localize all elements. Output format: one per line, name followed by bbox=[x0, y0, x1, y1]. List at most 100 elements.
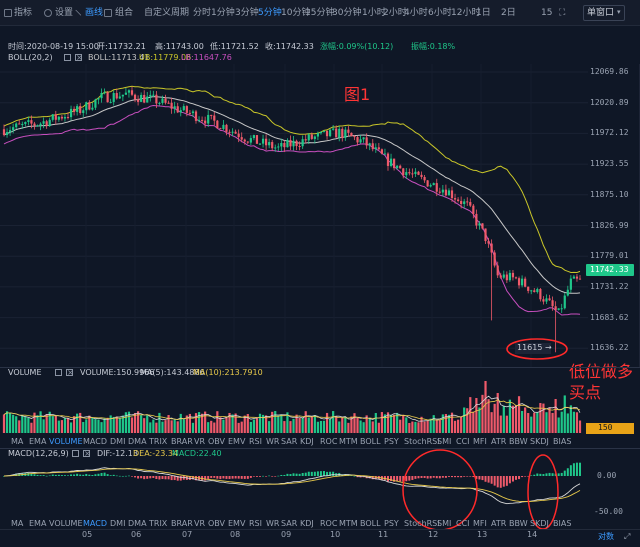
indicator-tab-volume[interactable]: VOLUME bbox=[49, 520, 83, 528]
indicator-tab-cci[interactable]: CCI bbox=[456, 438, 470, 446]
macd-settings-icon[interactable] bbox=[72, 450, 79, 457]
indicator-tab-dmi[interactable]: DMI bbox=[110, 438, 125, 446]
indicator-tab-boll[interactable]: BOLL bbox=[360, 520, 381, 528]
macd-close-icon[interactable] bbox=[83, 449, 91, 458]
indicator-tab-emv[interactable]: EMV bbox=[228, 520, 245, 528]
price-axis-label: 11731.22 bbox=[590, 281, 629, 291]
indicator-tab-dma[interactable]: DMA bbox=[128, 520, 147, 528]
indicator-tab-bbw[interactable]: BBW bbox=[509, 438, 528, 446]
indicator-tab-stochrsi[interactable]: StochRSI bbox=[404, 438, 440, 446]
indicator-tab-ema[interactable]: EMA bbox=[29, 520, 46, 528]
indicator-tab-trix[interactable]: TRIX bbox=[149, 520, 167, 528]
fit-icon[interactable]: ⤢ bbox=[624, 533, 630, 541]
indicator-tab-bias[interactable]: BIAS bbox=[553, 438, 571, 446]
indicator-tab-mfi[interactable]: MFI bbox=[473, 438, 487, 446]
volume-close-icon[interactable] bbox=[66, 368, 74, 377]
indicator-tab-bias[interactable]: BIAS bbox=[553, 520, 571, 528]
indicator-tab-sar[interactable]: SAR bbox=[281, 438, 297, 446]
indicator-tab-mtm[interactable]: MTM bbox=[339, 520, 358, 528]
indicator-tab-vr[interactable]: VR bbox=[194, 438, 205, 446]
draw-line-button[interactable]: 画线 bbox=[85, 9, 103, 18]
indicator-tab-wr[interactable]: WR bbox=[266, 438, 279, 446]
indicator-tab-bbw[interactable]: BBW bbox=[509, 520, 528, 528]
indicator-tab-skdj[interactable]: SKDJ bbox=[530, 520, 549, 528]
volume-bar bbox=[484, 381, 487, 433]
indicator-tab-psy[interactable]: PSY bbox=[384, 520, 399, 528]
boll-close-icon[interactable] bbox=[75, 53, 83, 62]
indicator-tab-psy[interactable]: PSY bbox=[384, 438, 399, 446]
indicator-tab-smi[interactable]: SMI bbox=[437, 520, 451, 528]
indicator-tab-roc[interactable]: ROC bbox=[320, 520, 337, 528]
indicator-tab-stochrsi[interactable]: StochRSI bbox=[404, 520, 440, 528]
period-3[interactable]: 5分钟 bbox=[258, 9, 282, 18]
candle-body bbox=[197, 119, 201, 121]
indicator-tab-vr[interactable]: VR bbox=[194, 520, 205, 528]
candle-body bbox=[481, 223, 484, 229]
indicator-tab-roc[interactable]: ROC bbox=[320, 438, 337, 446]
indicator-tab-dma[interactable]: DMA bbox=[128, 438, 147, 446]
period-1[interactable]: 1分钟 bbox=[211, 9, 235, 18]
indicator-tab-rsi[interactable]: RSI bbox=[249, 438, 262, 446]
indicator-tab-ma[interactable]: MA bbox=[11, 520, 23, 528]
fullscreen-icon[interactable]: ⛶ bbox=[559, 9, 565, 18]
period-2[interactable]: 3分钟 bbox=[235, 9, 259, 18]
macd-bar bbox=[45, 475, 48, 477]
indicator-tab-trix[interactable]: TRIX bbox=[149, 438, 167, 446]
indicator-tab-mtm[interactable]: MTM bbox=[339, 438, 358, 446]
volume-chart[interactable] bbox=[0, 379, 640, 433]
chart-mode-dropdown[interactable]: 单窗口 ▾ bbox=[583, 5, 625, 21]
indicator-tab-skdj[interactable]: SKDJ bbox=[530, 438, 549, 446]
period-10[interactable]: 6小时 bbox=[428, 9, 452, 18]
log-scale-toggle[interactable]: 对数 bbox=[598, 533, 614, 541]
macd-bar bbox=[289, 474, 292, 476]
indicator-tab-obv[interactable]: OBV bbox=[208, 520, 225, 528]
candle-body bbox=[472, 205, 475, 214]
period-9[interactable]: 4小时 bbox=[404, 9, 428, 18]
indicator-tab-atr[interactable]: ATR bbox=[491, 520, 506, 528]
period-12[interactable]: 1日 bbox=[476, 9, 491, 18]
indicator-tab-ema[interactable]: EMA bbox=[29, 438, 46, 446]
candle-body bbox=[386, 153, 390, 166]
volume-settings-icon[interactable] bbox=[55, 369, 62, 376]
indicator-tab-boll[interactable]: BOLL bbox=[360, 438, 381, 446]
candle-body bbox=[286, 140, 289, 148]
indicator-tab-mfi[interactable]: MFI bbox=[473, 520, 487, 528]
indicator-tab-atr[interactable]: ATR bbox=[491, 438, 506, 446]
volume-bar bbox=[374, 413, 377, 433]
volume-bars bbox=[2, 381, 582, 433]
indicator-tab-obv[interactable]: OBV bbox=[208, 438, 225, 446]
settings-button[interactable]: 设置 bbox=[55, 9, 73, 18]
macd-bar bbox=[76, 473, 79, 476]
indicator-tab-volume[interactable]: VOLUME bbox=[49, 438, 83, 446]
period-6[interactable]: 30分钟 bbox=[332, 9, 361, 18]
indicator-tab-rsi[interactable]: RSI bbox=[249, 520, 262, 528]
indicator-tab-wr[interactable]: WR bbox=[266, 520, 279, 528]
indicator-tab-brar[interactable]: BRAR bbox=[171, 520, 193, 528]
combo-button[interactable]: 组合 bbox=[115, 9, 133, 18]
volume-bar bbox=[563, 395, 566, 433]
indicator-tab-smi[interactable]: SMI bbox=[437, 438, 451, 446]
indicator-tab-ma[interactable]: MA bbox=[11, 438, 23, 446]
indicator-tab-macd[interactable]: MACD bbox=[83, 520, 107, 528]
boll-settings-icon[interactable] bbox=[64, 54, 71, 61]
indicator-tab-kdj[interactable]: KDJ bbox=[300, 520, 314, 528]
candle-body bbox=[261, 138, 265, 144]
period-0[interactable]: 分时 bbox=[193, 9, 211, 18]
custom-period-button[interactable]: 自定义周期 bbox=[144, 9, 189, 18]
indicator-tab-dmi[interactable]: DMI bbox=[110, 520, 125, 528]
macd-bar bbox=[313, 471, 316, 476]
font-size-value[interactable]: 15 bbox=[541, 9, 552, 18]
macd-bar bbox=[100, 472, 103, 476]
period-13[interactable]: 2日 bbox=[501, 9, 516, 18]
indicator-tab-emv[interactable]: EMV bbox=[228, 438, 245, 446]
indicator-tab-brar[interactable]: BRAR bbox=[171, 438, 193, 446]
candle-body bbox=[82, 110, 85, 113]
macd-bar bbox=[33, 474, 36, 476]
price-chart[interactable] bbox=[0, 64, 640, 367]
indicator-tab-cci[interactable]: CCI bbox=[456, 520, 470, 528]
indicator-tab-sar[interactable]: SAR bbox=[281, 520, 297, 528]
period-5[interactable]: 15分钟 bbox=[305, 9, 334, 18]
indicator-button[interactable]: 指标 bbox=[14, 9, 32, 18]
indicator-tab-kdj[interactable]: KDJ bbox=[300, 438, 314, 446]
indicator-tab-macd[interactable]: MACD bbox=[83, 438, 107, 446]
